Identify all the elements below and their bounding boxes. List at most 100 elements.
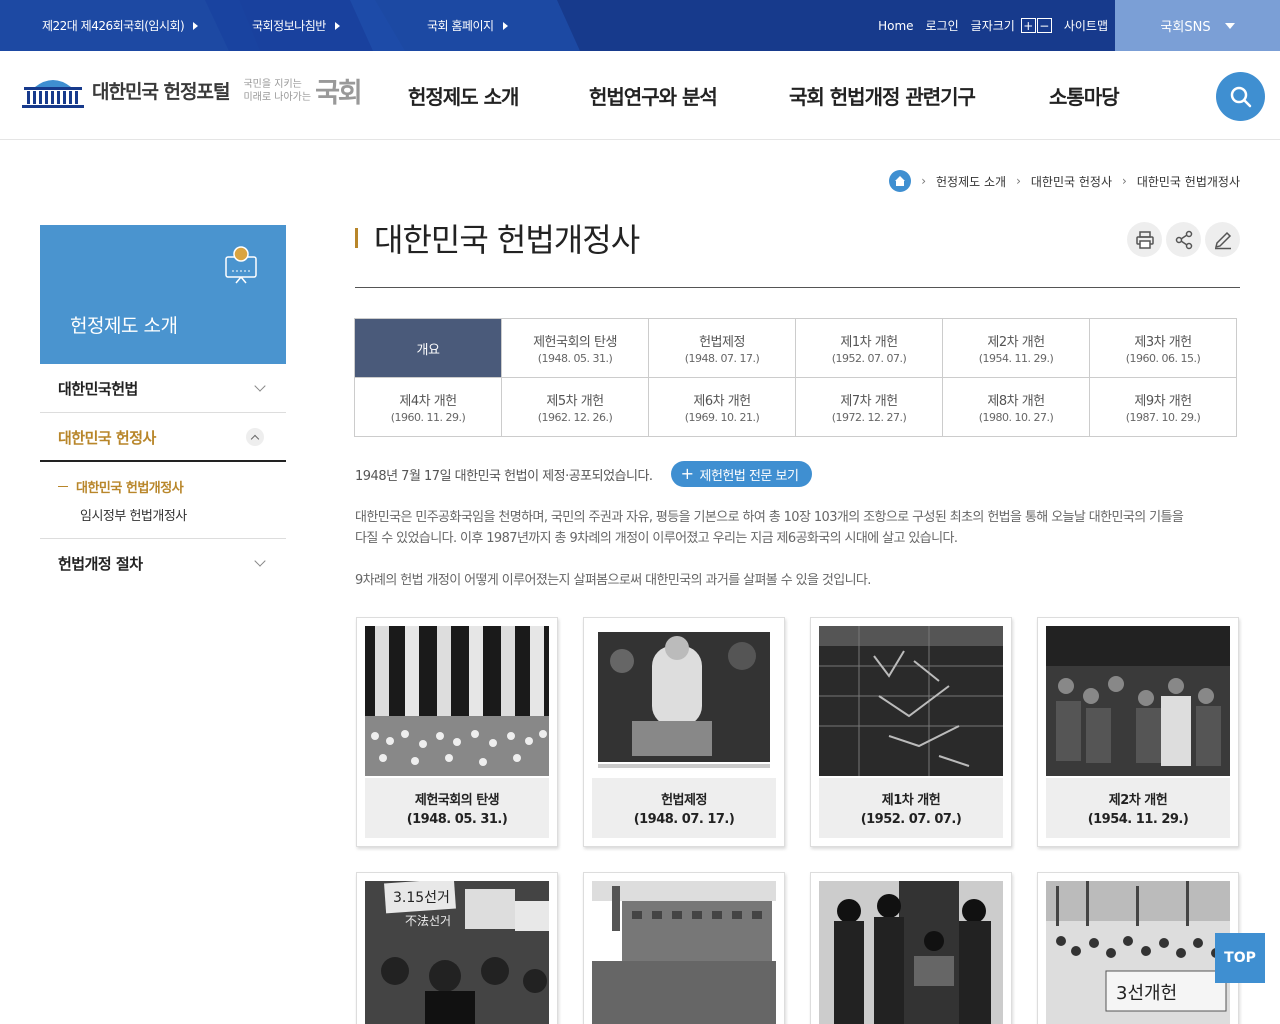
card-amendment-1[interactable]: 제1차 개헌 (1952. 07. 07.) bbox=[810, 617, 1012, 847]
card-photo bbox=[1046, 626, 1230, 776]
tab-date: (1987. 10. 29.) bbox=[1125, 411, 1201, 424]
card-amendment-4[interactable] bbox=[583, 872, 785, 1024]
tab-overview[interactable]: 개요 bbox=[355, 319, 502, 378]
card-enactment[interactable]: 헌법제정 (1948. 07. 17.) bbox=[583, 617, 785, 847]
nav-amendment-bodies[interactable]: 국회 헌법개정 관련기구 bbox=[789, 51, 976, 140]
nav-constitution-research[interactable]: 헌법연구와 분석 bbox=[589, 51, 718, 140]
sidebar-item-constitution[interactable]: 대한민국헌법 bbox=[40, 364, 286, 412]
site-logo[interactable]: 대한민국 헌정포털 국민을 지키는 미래로 나아가는 국회 bbox=[22, 71, 363, 110]
tab-enactment[interactable]: 헌법제정 (1948. 07. 17.) bbox=[649, 319, 796, 378]
card-photo: 3.15선거 不法선거 bbox=[365, 881, 549, 1024]
tab-amendment-8[interactable]: 제8차 개헌 (1980. 10. 27.) bbox=[943, 378, 1090, 437]
print-button[interactable] bbox=[1127, 222, 1162, 257]
breadcrumb-item[interactable]: 대한민국 헌정사 bbox=[1031, 173, 1112, 190]
page-title-text: 대한민국 헌법개정사 bbox=[374, 221, 640, 259]
sidebar-item-constitutional-history[interactable]: 대한민국 헌정사 bbox=[40, 413, 286, 461]
card-photo bbox=[592, 626, 776, 776]
logo-title: 대한민국 헌정포털 bbox=[92, 81, 230, 103]
scroll-top-button[interactable]: TOP bbox=[1215, 933, 1265, 983]
tab-amendment-4[interactable]: 제4차 개헌 (1960. 11. 29.) bbox=[355, 378, 502, 437]
active-dash bbox=[58, 486, 68, 487]
assembly-chamber-photo bbox=[1046, 626, 1230, 776]
nav-communication[interactable]: 소통마당 bbox=[1049, 51, 1120, 140]
slogan-small-line: 국민을 지키는 bbox=[243, 78, 302, 90]
arrow-right-icon bbox=[193, 21, 199, 30]
card-amendment-5[interactable] bbox=[810, 872, 1012, 1024]
sidebar-item-label: 대한민국 헌정사 bbox=[58, 428, 156, 447]
intro-text: 1948년 7월 17일 대한민국 헌법이 제정·공포되었습니다. bbox=[355, 468, 653, 484]
sidebar-title: 헌정제도 소개 bbox=[70, 315, 178, 337]
amendment-tabs: 개요 제헌국회의 탄생 (1948. 05. 31.) 헌법제정 (1948. 07… bbox=[354, 318, 1237, 437]
top-link-assembly-home[interactable]: 국회 홈페이지 bbox=[427, 0, 508, 51]
font-size-increase-button[interactable]: + bbox=[1020, 18, 1036, 33]
sitemap-link[interactable]: 사이트맵 bbox=[1064, 17, 1108, 34]
constitution-signing-photo bbox=[592, 626, 776, 776]
vote-tally-board-photo bbox=[819, 626, 1003, 776]
national-assembly-logo-icon bbox=[22, 79, 84, 108]
top-link-assembly-session[interactable]: 제22대 제426회국회(임시회) bbox=[42, 0, 199, 51]
font-size-control: 글자크기 + − bbox=[971, 17, 1052, 34]
breadcrumb-item[interactable]: 헌정제도 소개 bbox=[936, 173, 1006, 190]
logo-slogan: 국민을 지키는 미래로 나아가는 국회 bbox=[243, 71, 363, 110]
tab-name: 제8차 개헌 bbox=[987, 394, 1045, 409]
tab-amendment-3[interactable]: 제3차 개헌 (1960. 06. 15.) bbox=[1090, 319, 1237, 378]
breadcrumb-item[interactable]: 대한민국 헌법개정사 bbox=[1137, 173, 1240, 190]
top-link-info-compass[interactable]: 국회정보나침반 bbox=[252, 0, 340, 51]
edit-button[interactable] bbox=[1205, 222, 1240, 257]
sidebar-item-amendment-procedure[interactable]: 헌법개정 절차 bbox=[40, 539, 286, 587]
card-photo bbox=[819, 626, 1003, 776]
tab-name: 제헌국회의 탄생 bbox=[533, 335, 617, 350]
plus-icon: + bbox=[680, 464, 694, 483]
font-size-decrease-button[interactable]: − bbox=[1036, 18, 1052, 33]
tab-amendment-9[interactable]: 제9차 개헌 (1987. 10. 29.) bbox=[1090, 378, 1237, 437]
tab-amendment-6[interactable]: 제6차 개헌 (1969. 10. 21.) bbox=[649, 378, 796, 437]
tab-date: (1960. 11. 29.) bbox=[390, 411, 466, 424]
top-link-label: 국회 홈페이지 bbox=[427, 19, 494, 33]
tab-amendment-7[interactable]: 제7차 개헌 (1972. 12. 27.) bbox=[796, 378, 943, 437]
nav-constitution-intro[interactable]: 헌정제도 소개 bbox=[408, 51, 519, 140]
slogan-small: 국민을 지키는 미래로 나아가는 bbox=[243, 78, 311, 104]
print-icon bbox=[1135, 230, 1154, 249]
chevron-down-icon bbox=[254, 555, 266, 567]
breadcrumb-home[interactable] bbox=[889, 170, 912, 192]
officials-voting-photo bbox=[819, 881, 1003, 1024]
card-photo bbox=[365, 626, 549, 776]
share-button[interactable] bbox=[1166, 222, 1201, 257]
card-constituent-assembly[interactable]: 제헌국회의 탄생 (1948. 05. 31.) bbox=[356, 617, 558, 847]
top-utility-bar: 제22대 제426회국회(임시회) 국회정보나침반 국회 홈페이지 Home 로… bbox=[0, 0, 1280, 51]
site-header: 대한민국 헌정포털 국민을 지키는 미래로 나아가는 국회 헌정제도 소개 헌법… bbox=[0, 51, 1280, 140]
paragraph-line: 다질 수 있었습니다. 이후 1987년까지 총 9차례의 개정이 이루어졌고 … bbox=[355, 531, 958, 546]
utility-links: Home 로그인 글자크기 + − 사이트맵 bbox=[878, 0, 1108, 51]
caret-down-icon bbox=[1224, 22, 1235, 29]
page-tools bbox=[1127, 222, 1240, 257]
assembly-gathering-photo bbox=[365, 626, 549, 776]
card-date: (1954. 11. 29.) bbox=[1087, 812, 1189, 827]
login-link[interactable]: 로그인 bbox=[926, 17, 959, 34]
sidebar-subitem-amendment-history[interactable]: 대한민국 헌법개정사 bbox=[58, 477, 184, 496]
chevron-down-icon bbox=[254, 380, 266, 392]
tab-name: 제9차 개헌 bbox=[1134, 394, 1192, 409]
card-photo bbox=[592, 881, 776, 1024]
chevron-right-icon: › bbox=[921, 174, 927, 188]
sidebar-subitem-provisional-govt[interactable]: 임시정부 헌법개정사 bbox=[80, 505, 187, 524]
protest-signs-photo: 3.15선거 不法선거 bbox=[365, 881, 549, 1024]
tab-amendment-1[interactable]: 제1차 개헌 (1952. 07. 07.) bbox=[796, 319, 943, 378]
font-size-label: 글자크기 bbox=[970, 19, 1015, 33]
search-button[interactable] bbox=[1216, 72, 1265, 121]
card-caption: 제2차 개헌 (1954. 11. 29.) bbox=[1046, 778, 1230, 838]
tab-name: 제3차 개헌 bbox=[1134, 335, 1192, 350]
tab-amendment-2[interactable]: 제2차 개헌 (1954. 11. 29.) bbox=[943, 319, 1090, 378]
slogan-big: 국회 bbox=[315, 78, 363, 109]
page-title: 대한민국 헌법개정사 bbox=[355, 215, 640, 261]
tab-name: 제6차 개헌 bbox=[693, 394, 751, 409]
slogan-small-line: 미래로 나아가는 bbox=[243, 91, 312, 103]
home-link[interactable]: Home bbox=[878, 19, 913, 33]
tab-constituent-assembly[interactable]: 제헌국회의 탄생 (1948. 05. 31.) bbox=[502, 319, 649, 378]
view-original-constitution-button[interactable]: + 제헌헌법 전문 보기 bbox=[670, 461, 813, 487]
chevron-right-icon: › bbox=[1016, 174, 1021, 188]
card-amendment-3[interactable]: 3.15선거 不法선거 bbox=[356, 872, 558, 1024]
card-amendment-2[interactable]: 제2차 개헌 (1954. 11. 29.) bbox=[1037, 617, 1239, 847]
card-amendment-6[interactable]: 3선개헌 bbox=[1037, 872, 1239, 1024]
sns-dropdown[interactable]: 국회SNS bbox=[1115, 0, 1280, 51]
tab-amendment-5[interactable]: 제5차 개헌 (1962. 12. 26.) bbox=[502, 378, 649, 437]
